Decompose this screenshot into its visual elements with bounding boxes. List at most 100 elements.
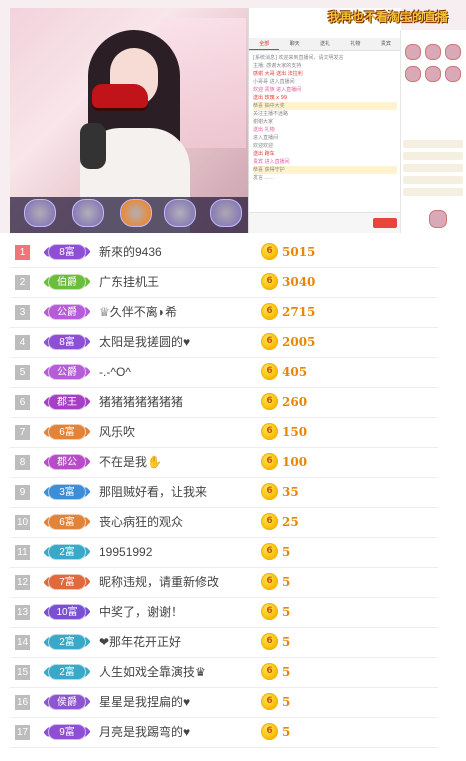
ranking-row[interactable]: 16 侯爵 星星是我捏扁的♥ 6 5 bbox=[10, 687, 438, 718]
rank-number: 1 bbox=[15, 245, 30, 260]
avatar[interactable] bbox=[405, 66, 421, 82]
user-nickname[interactable]: 广东挂机王 bbox=[99, 273, 159, 291]
ranking-row[interactable]: 2 伯爵 广东挂机王 6 3040 bbox=[10, 267, 438, 298]
ranking-row[interactable]: 17 9富 月亮是我踢弯的♥ 6 5 bbox=[10, 717, 438, 748]
ranking-row[interactable]: 8 郡公 不在是我✋ 6 100 bbox=[10, 447, 438, 478]
avatar[interactable] bbox=[429, 210, 447, 228]
level-badge: 3富 bbox=[48, 484, 86, 500]
rank-number: 10 bbox=[15, 515, 30, 530]
level-badge: 公爵 bbox=[48, 304, 86, 320]
user-nickname[interactable]: 月亮是我踢弯的♥ bbox=[99, 723, 190, 741]
contribution-score: 5015 bbox=[282, 245, 316, 259]
tab-chat[interactable]: 全部 bbox=[249, 38, 280, 50]
chat-message: 恭喜 抽中大奖 bbox=[253, 102, 397, 110]
level-badge: 伯爵 bbox=[48, 274, 86, 290]
rank-number: 7 bbox=[15, 425, 30, 440]
chat-message: 送出 礼物 bbox=[253, 127, 275, 133]
avatar[interactable] bbox=[425, 44, 441, 60]
contribution-score: 100 bbox=[282, 455, 308, 469]
contribution-score: 5 bbox=[282, 725, 291, 739]
ranking-row[interactable]: 14 2富 ❤那年花开正好 6 5 bbox=[10, 627, 438, 658]
ghost-gift-icon[interactable] bbox=[120, 199, 152, 227]
avatar[interactable] bbox=[405, 44, 421, 60]
contribution-score: 2715 bbox=[282, 305, 316, 319]
chat-panel: 全部 聊天 送礼 礼物 贵宾 [系统消息] 欢迎来到直播间，请文明发言 主播: 感谢大家的… bbox=[248, 8, 401, 233]
ranking-row[interactable]: 1 8富 新來的9436 6 5015 bbox=[10, 237, 438, 268]
user-nickname[interactable]: ♕久伴不离◗希 bbox=[99, 303, 177, 321]
tab-chat[interactable]: 聊天 bbox=[279, 38, 309, 50]
gift-icon[interactable] bbox=[164, 199, 196, 227]
avatar[interactable] bbox=[445, 44, 461, 60]
ranking-row[interactable]: 3 公爵 ♕久伴不离◗希 6 2715 bbox=[10, 297, 438, 328]
rank-number: 14 bbox=[15, 635, 30, 650]
contribution-score: 35 bbox=[282, 485, 299, 499]
chat-message: 送出 跑车 bbox=[253, 151, 275, 157]
gift-icon[interactable] bbox=[210, 199, 242, 227]
user-nickname[interactable]: 那阻贼好看，让我来 bbox=[99, 483, 207, 501]
contribution-score: 5 bbox=[282, 665, 291, 679]
coin-icon: 6 bbox=[261, 393, 278, 410]
user-nickname[interactable]: -.-^O^ bbox=[99, 363, 131, 381]
chat-message: 欢迎 贵族 进入直播间 bbox=[253, 87, 302, 93]
fan-row[interactable] bbox=[403, 164, 463, 172]
user-nickname[interactable]: 19951992 bbox=[99, 543, 152, 561]
user-nickname[interactable]: 星星是我捏扁的♥ bbox=[99, 693, 190, 711]
gift-icon[interactable] bbox=[72, 199, 104, 227]
coin-icon: 6 bbox=[261, 663, 278, 680]
chat-tabs: 全部 聊天 送礼 礼物 贵宾 bbox=[249, 38, 401, 51]
ranking-row[interactable]: 4 8富 太阳是我搓圆的♥ 6 2005 bbox=[10, 327, 438, 358]
contribution-score: 405 bbox=[282, 365, 308, 379]
ranking-row[interactable]: 7 6富 风乐吹 6 150 bbox=[10, 417, 438, 448]
coin-icon: 6 bbox=[261, 483, 278, 500]
chat-message: 恭喜 获得守护 bbox=[253, 166, 397, 174]
user-nickname[interactable]: 风乐吹 bbox=[99, 423, 135, 441]
user-nickname[interactable]: 不在是我✋ bbox=[99, 453, 162, 471]
user-nickname[interactable]: 太阳是我搓圆的♥ bbox=[99, 333, 190, 351]
level-badge: 2富 bbox=[48, 634, 86, 650]
user-nickname[interactable]: 丧心病狂的观众 bbox=[99, 513, 183, 531]
rank-number: 9 bbox=[15, 485, 30, 500]
ranking-row[interactable]: 5 公爵 -.-^O^ 6 405 bbox=[10, 357, 438, 388]
chat-message: 小哥哥 进入直播间 bbox=[253, 79, 295, 85]
user-nickname[interactable]: 中奖了，谢谢！ bbox=[99, 603, 183, 621]
ranking-row[interactable]: 12 7富 昵称违规，请重新修改 6 5 bbox=[10, 567, 438, 598]
rank-number: 15 bbox=[15, 665, 30, 680]
user-nickname[interactable]: ❤那年花开正好 bbox=[99, 633, 181, 651]
video-player[interactable] bbox=[10, 8, 248, 233]
ranking-row[interactable]: 11 2富 19951992 6 5 bbox=[10, 537, 438, 568]
fan-row[interactable] bbox=[403, 188, 463, 196]
ranking-row[interactable]: 6 郡王 猪猪猪猪猪猪猪 6 260 bbox=[10, 387, 438, 418]
level-badge: 9富 bbox=[48, 724, 86, 740]
user-nickname[interactable]: 猪猪猪猪猪猪猪 bbox=[99, 393, 183, 411]
level-badge: 侯爵 bbox=[48, 694, 86, 710]
fan-row[interactable] bbox=[403, 176, 463, 184]
ranking-row[interactable]: 9 3富 那阻贼好看，让我来 6 35 bbox=[10, 477, 438, 508]
level-badge: 2富 bbox=[48, 664, 86, 680]
coin-icon: 6 bbox=[261, 363, 278, 380]
chat-message: 关注主播不迷路 bbox=[253, 111, 289, 117]
level-badge: 10富 bbox=[48, 604, 86, 620]
user-nickname[interactable]: 昵称违规，请重新修改 bbox=[99, 573, 219, 591]
rank-number: 13 bbox=[15, 605, 30, 620]
tab-chat[interactable]: 礼物 bbox=[340, 38, 370, 50]
gift-icon[interactable] bbox=[24, 199, 56, 227]
avatar[interactable] bbox=[425, 66, 441, 82]
fan-row[interactable] bbox=[403, 140, 463, 148]
tab-chat[interactable]: 贵宾 bbox=[371, 38, 401, 50]
coin-icon: 6 bbox=[261, 303, 278, 320]
chat-input-bar[interactable] bbox=[249, 212, 401, 233]
fan-row[interactable] bbox=[403, 152, 463, 160]
contribution-score: 260 bbox=[282, 395, 308, 409]
contribution-score: 5 bbox=[282, 575, 291, 589]
avatar[interactable] bbox=[445, 66, 461, 82]
contribution-score: 3040 bbox=[282, 275, 316, 289]
tab-chat[interactable]: 送礼 bbox=[310, 38, 340, 50]
send-button[interactable] bbox=[373, 218, 397, 228]
coin-icon: 6 bbox=[261, 513, 278, 530]
rank-number: 12 bbox=[15, 575, 30, 590]
user-nickname[interactable]: 人生如戏全靠演技♛ bbox=[99, 663, 206, 681]
user-nickname[interactable]: 新來的9436 bbox=[99, 243, 162, 261]
ranking-row[interactable]: 15 2富 人生如戏全靠演技♛ 6 5 bbox=[10, 657, 438, 688]
ranking-row[interactable]: 13 10富 中奖了，谢谢！ 6 5 bbox=[10, 597, 438, 628]
ranking-row[interactable]: 10 6富 丧心病狂的观众 6 25 bbox=[10, 507, 438, 538]
